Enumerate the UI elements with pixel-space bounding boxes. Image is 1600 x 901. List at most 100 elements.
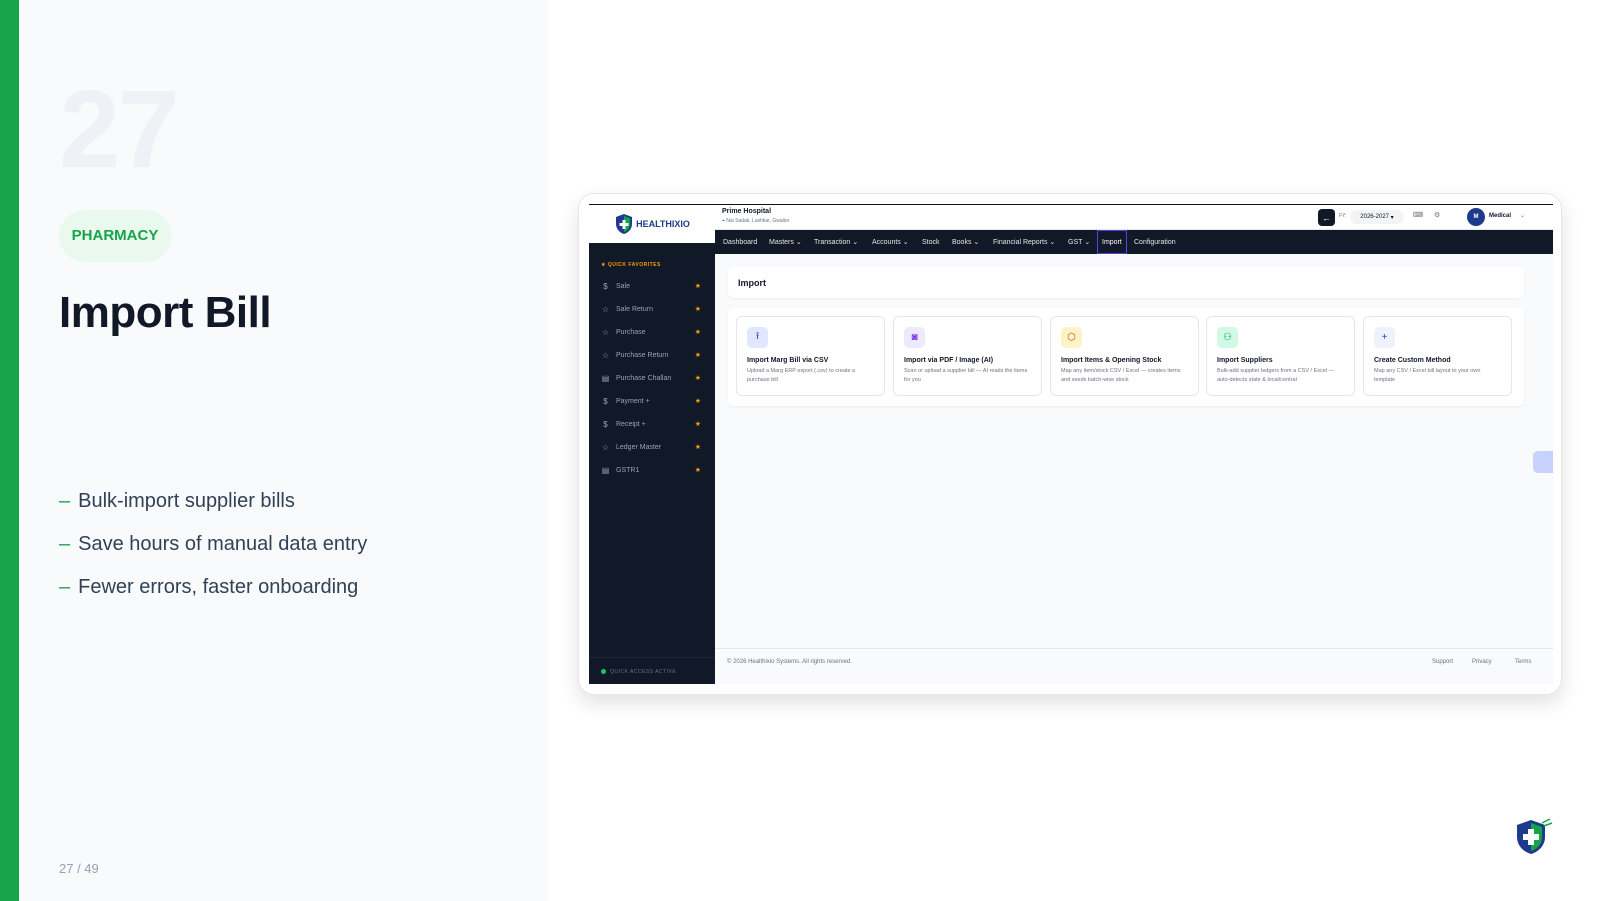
copyright-text: © 2026 Healthixio Systems. All rights re… xyxy=(727,659,852,665)
org-address-text: Nai Sadak, Lashkar, Gwalior xyxy=(726,218,790,224)
nav-gst[interactable]: GST ⌄ xyxy=(1068,230,1090,254)
nav-accounts[interactable]: Accounts ⌄ xyxy=(872,230,909,254)
sidebar-item-label: Payment + xyxy=(616,397,650,405)
star-icon[interactable]: ★ xyxy=(695,351,701,359)
star-icon[interactable]: ★ xyxy=(695,443,701,451)
sidebar-item-gstr1[interactable]: ▤ GSTR1 ★ xyxy=(601,463,705,477)
arrow-left-icon: ← xyxy=(1322,212,1331,223)
sidebar-item-label: Sale xyxy=(616,282,631,290)
nav-transaction[interactable]: Transaction ⌄ xyxy=(814,230,858,254)
app-window: HEALTHIXIO ★ QUICK FAVORITES $ Sale ★ ☆ Sal… xyxy=(589,204,1553,684)
sidebar-item-label: Ledger Master xyxy=(616,443,662,451)
star-icon[interactable]: ★ xyxy=(695,420,701,428)
sidebar-item-payment[interactable]: $ Payment + ★ xyxy=(601,394,705,408)
nav-dashboard[interactable]: Dashboard xyxy=(723,230,757,254)
card-title: Create Custom Method xyxy=(1374,357,1451,364)
star-outline-icon: ☆ xyxy=(601,350,610,360)
sidebar-item-sale[interactable]: $ Sale ★ xyxy=(601,279,705,293)
main-nav: Dashboard Masters ⌄ Transaction ⌄ Accoun… xyxy=(715,230,1553,254)
chevron-down-icon: ⌄ xyxy=(1084,239,1091,246)
camera-icon: ◙ xyxy=(904,327,925,348)
logo-text: HEALTHIXIO xyxy=(636,219,690,229)
bullet-dash: – xyxy=(59,533,71,555)
star-icon[interactable]: ★ xyxy=(695,466,701,474)
import-pdf-image-card[interactable]: ◙ Import via PDF / Image (AI) Scan or up… xyxy=(893,316,1042,396)
sidebar: HEALTHIXIO ★ QUICK FAVORITES $ Sale ★ ☆ Sal… xyxy=(589,205,715,684)
nav-label: Financial Reports xyxy=(993,238,1048,246)
bullet-text: Fewer errors, faster onboarding xyxy=(78,576,359,598)
footer-link-terms[interactable]: Terms xyxy=(1515,659,1531,665)
nav-label: Stock xyxy=(922,238,940,246)
card-description: Map any CSV / Excel bill layout to your … xyxy=(1374,368,1481,383)
card-description: Scan or upload a supplier bill — AI read… xyxy=(904,368,1028,383)
keyboard-icon[interactable]: ⌨ xyxy=(1413,211,1423,219)
nav-label: Configuration xyxy=(1134,238,1176,246)
slide-title: Import Bill xyxy=(59,288,272,337)
nav-books[interactable]: Books ⌄ xyxy=(952,230,979,254)
sidebar-item-label: GSTR1 xyxy=(616,466,640,474)
box-icon: ⬡ xyxy=(1061,327,1082,348)
app-logo[interactable]: HEALTHIXIO xyxy=(589,205,715,243)
nav-label: Dashboard xyxy=(723,238,758,246)
nav-label: Accounts xyxy=(872,238,901,246)
import-suppliers-card[interactable]: ⚇ Import Suppliers Bulk-add supplier led… xyxy=(1206,316,1355,396)
import-marg-csv-card[interactable]: ⭱ Import Marg Bill via CSV Upload a Marg… xyxy=(736,316,885,396)
nav-financial-reports[interactable]: Financial Reports ⌄ xyxy=(993,230,1055,254)
nav-label: Books xyxy=(952,238,972,246)
bullet-item: – Fewer errors, faster onboarding xyxy=(59,566,367,609)
import-items-stock-card[interactable]: ⬡ Import Items & Opening Stock Map any i… xyxy=(1050,316,1199,396)
sidebar-item-receipt[interactable]: $ Receipt + ★ xyxy=(601,417,705,431)
fy-select[interactable]: 2026-2027 ▾ xyxy=(1350,210,1404,224)
chevron-down-icon[interactable]: ⌄ xyxy=(1520,212,1525,219)
card-description: Upload a Marg ERP export (.csv) to creat… xyxy=(747,368,856,383)
nav-stock[interactable]: Stock xyxy=(922,230,940,254)
floating-side-tab[interactable] xyxy=(1533,451,1553,473)
import-methods-panel: ⭱ Import Marg Bill via CSV Upload a Marg… xyxy=(728,308,1524,406)
star-outline-icon: ☆ xyxy=(601,327,610,337)
nav-import[interactable]: Import xyxy=(1097,230,1127,254)
nav-masters[interactable]: Masters ⌄ xyxy=(769,230,802,254)
app-screenshot-frame: HEALTHIXIO ★ QUICK FAVORITES $ Sale ★ ☆ Sal… xyxy=(578,193,1562,695)
star-icon[interactable]: ★ xyxy=(695,328,701,336)
avatar[interactable]: M xyxy=(1467,208,1485,226)
bullet-dash: – xyxy=(59,576,71,598)
bullet-text: Bulk-import supplier bills xyxy=(78,490,295,512)
sidebar-item-label: Purchase Return xyxy=(616,351,669,359)
sidebar-item-purchase[interactable]: ☆ Purchase ★ xyxy=(601,325,705,339)
org-address: ⌖ Nai Sadak, Lashkar, Gwalior xyxy=(722,218,789,224)
star-icon[interactable]: ★ xyxy=(695,282,701,290)
back-button[interactable]: ← xyxy=(1318,209,1335,226)
slide: 27 PHARMACY Import Bill – Bulk-import sup… xyxy=(0,0,1600,901)
card-title: Import Items & Opening Stock xyxy=(1061,357,1162,364)
quick-access-status: QUICK ACCESS ACTIVE xyxy=(589,657,715,684)
card-title: Import Suppliers xyxy=(1217,357,1273,364)
chevron-down-icon: ⌄ xyxy=(973,239,980,246)
gear-icon[interactable]: ⚙ xyxy=(1434,211,1440,219)
footer-link-support[interactable]: Support xyxy=(1432,659,1453,665)
nav-configuration[interactable]: Configuration xyxy=(1134,230,1176,254)
card-title: Import Marg Bill via CSV xyxy=(747,357,829,364)
sidebar-item-purchase-return[interactable]: ☆ Purchase Return ★ xyxy=(601,348,705,362)
status-dot xyxy=(601,669,606,674)
star-outline-icon: ☆ xyxy=(601,442,610,452)
dollar-icon: $ xyxy=(603,281,608,291)
star-icon[interactable]: ★ xyxy=(695,397,701,405)
bullet-item: – Bulk-import supplier bills xyxy=(59,480,367,523)
create-custom-method-card[interactable]: + Create Custom Method Map any CSV / Exc… xyxy=(1363,316,1512,396)
upload-icon: ⭱ xyxy=(747,327,768,348)
sidebar-item-label: Purchase Challan xyxy=(616,374,672,382)
star-icon[interactable]: ★ xyxy=(695,305,701,313)
chevron-down-icon: ⌄ xyxy=(902,239,909,246)
sidebar-item-ledger-master[interactable]: ☆ Ledger Master ★ xyxy=(601,440,705,454)
star-icon[interactable]: ★ xyxy=(695,374,701,382)
slide-number: 27 xyxy=(59,68,179,191)
footer-link-privacy[interactable]: Privacy xyxy=(1472,659,1492,665)
chevron-down-icon: ⌄ xyxy=(1049,239,1056,246)
card-title: Import via PDF / Image (AI) xyxy=(904,357,994,364)
left-panel: 27 PHARMACY Import Bill – Bulk-import sup… xyxy=(19,0,548,901)
page-counter: 27 / 49 xyxy=(59,861,99,876)
sidebar-item-purchase-challan[interactable]: ▤ Purchase Challan ★ xyxy=(601,371,705,385)
quick-access-label: QUICK ACCESS ACTIVE xyxy=(610,668,677,675)
sidebar-item-sale-return[interactable]: ☆ Sale Return ★ xyxy=(601,302,705,316)
user-label[interactable]: Medical xyxy=(1489,213,1511,219)
